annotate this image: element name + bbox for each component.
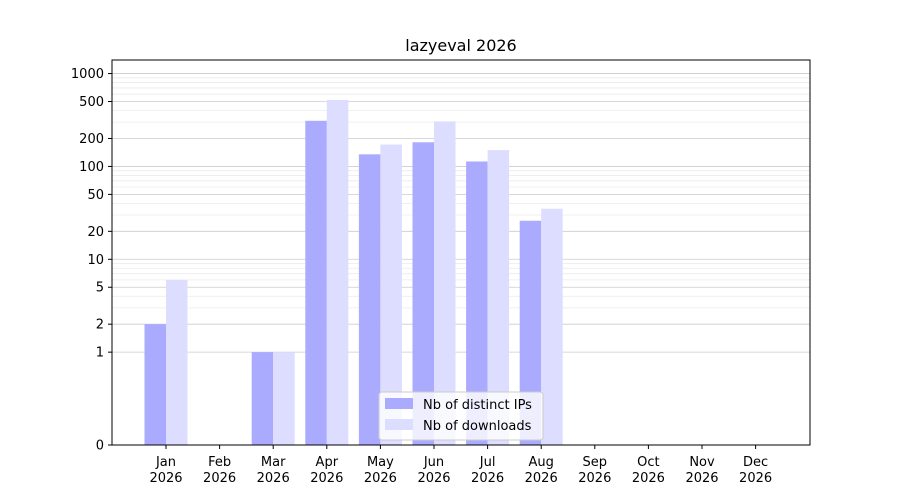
legend-swatch-downloads — [385, 419, 413, 430]
x-axis: Jan 2026 Feb 2026 Mar 2026 Apr 2026 May 2026 Jun 20… — [149, 445, 772, 486]
x-tick-label: Sep 2026 — [578, 455, 611, 486]
legend: Nb of distinct IPs Nb of downloads — [378, 391, 544, 441]
y-tick-label: 20 — [87, 225, 104, 240]
bar-ips-apr — [305, 120, 327, 445]
y-tick-label: 5 — [96, 281, 104, 296]
grid-lines — [112, 73, 810, 353]
bar-downloads-aug — [541, 208, 563, 445]
y-axis: 0 1 2 5 10 20 50 100 200 500 1000 — [71, 67, 112, 454]
bar-ips-mar — [251, 352, 274, 445]
y-tick-label: 100 — [79, 160, 104, 175]
y-tick-label: 500 — [79, 95, 104, 110]
bar-downloads-apr — [326, 99, 349, 445]
y-tick-label: 2 — [96, 318, 104, 333]
legend-label-ips: Nb of distinct IPs — [423, 398, 532, 413]
y-tick-label: 1000 — [71, 67, 104, 82]
x-tick-label: Apr 2026 — [310, 455, 343, 486]
bar-downloads-mar — [273, 352, 295, 445]
x-tick-label: Feb 2026 — [203, 455, 236, 486]
y-tick-label: 0 — [96, 439, 104, 454]
x-tick-label: Aug 2026 — [525, 455, 558, 486]
x-tick-label: Jan 2026 — [149, 455, 182, 486]
bar-ips-may — [358, 154, 381, 445]
legend-label-downloads: Nb of downloads — [423, 419, 532, 434]
x-tick-label: Mar 2026 — [257, 455, 290, 486]
y-tick-label: 50 — [87, 188, 104, 203]
bar-downloads-jan — [166, 279, 188, 445]
y-tick-label: 10 — [87, 253, 104, 268]
x-tick-label: Dec 2026 — [739, 455, 772, 486]
y-tick-label: 1 — [96, 346, 104, 361]
x-tick-label: Nov 2026 — [685, 455, 718, 486]
x-tick-label: Oct 2026 — [632, 455, 665, 486]
bar-ips-jan — [144, 324, 166, 445]
chart: lazyeval 2026 0 1 2 5 10 20 50 100 200 500 1000 Ja… — [71, 36, 811, 486]
chart-title: lazyeval 2026 — [405, 36, 516, 55]
x-tick-label: Jul 2026 — [471, 455, 504, 486]
legend-swatch-ips — [385, 398, 413, 409]
x-tick-label: May 2026 — [364, 455, 397, 486]
plot-frame — [111, 59, 811, 446]
x-tick-label: Jun 2026 — [417, 455, 450, 486]
y-tick-label: 200 — [79, 132, 104, 147]
